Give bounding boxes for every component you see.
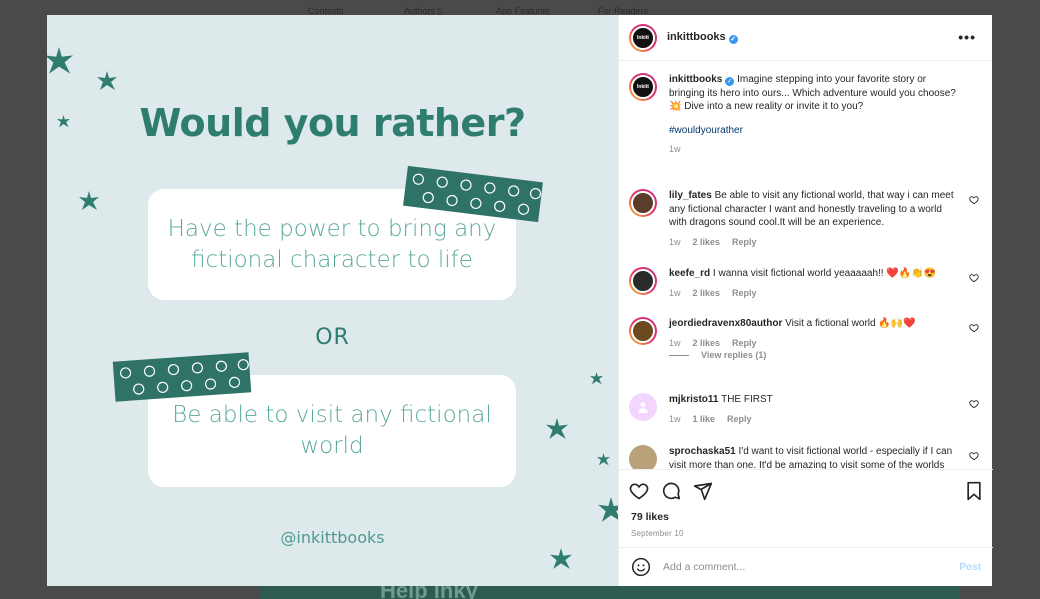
option-1-text: Have the power to bring any fictional ch… xyxy=(167,215,497,273)
likes-count[interactable]: 79 likes xyxy=(631,511,669,523)
hashtag-link[interactable]: #wouldyourather xyxy=(669,124,959,138)
star-decoration xyxy=(550,548,572,569)
comments-list[interactable]: Inkitt inkittbooks ✓ Imagine stepping int… xyxy=(619,61,993,469)
post-details-panel: Inkitt inkittbooks ✓ ••• Inkitt inkittboo… xyxy=(618,15,993,586)
comment-text: Be able to visit any fictional world, th… xyxy=(669,190,954,228)
comment-icon[interactable] xyxy=(661,481,681,501)
more-icon[interactable]: ••• xyxy=(958,29,976,45)
comment-text: Visit a fictional world 🔥🙌❤️ xyxy=(785,318,916,329)
comment-time: 1w xyxy=(669,337,681,348)
star-decoration xyxy=(590,372,603,385)
comment-time: 1w xyxy=(669,413,681,424)
comment-text: THE FIRST xyxy=(721,394,773,405)
comment-item: sprochaska51 I'd want to visit fictional… xyxy=(629,445,979,469)
comment-username[interactable]: sprochaska51 xyxy=(669,446,736,457)
comment-item: keefe_rd I wanna visit fictional world y… xyxy=(629,267,979,300)
post-header: Inkitt inkittbooks ✓ ••• xyxy=(619,15,992,61)
emoji-icon[interactable] xyxy=(631,557,651,577)
comment-time: 1w xyxy=(669,287,681,298)
comment-username[interactable]: keefe_rd xyxy=(669,268,710,279)
header-username[interactable]: inkittbooks ✓ xyxy=(667,31,738,44)
reply-button[interactable]: Reply xyxy=(732,337,757,351)
comment-time: 1w xyxy=(669,236,681,247)
comment-username[interactable]: jeordiedravenx80author xyxy=(669,318,782,329)
or-text: OR xyxy=(315,325,350,350)
avatar[interactable] xyxy=(629,189,657,217)
bookmark-icon[interactable] xyxy=(965,481,983,501)
star-decoration xyxy=(47,47,73,74)
verified-icon: ✓ xyxy=(725,77,735,86)
share-icon[interactable] xyxy=(693,481,713,501)
background-banner: Help Inky xyxy=(260,578,960,599)
avatar[interactable]: Inkitt xyxy=(629,73,657,101)
comment-likes[interactable]: 2 likes xyxy=(693,337,721,351)
comment-likes[interactable]: 2 likes xyxy=(693,287,721,301)
heart-icon[interactable] xyxy=(969,451,979,461)
view-replies-button[interactable]: View replies (1) xyxy=(669,350,766,360)
post-date: September 10 xyxy=(631,529,684,538)
heart-icon[interactable] xyxy=(969,195,979,205)
reply-button[interactable]: Reply xyxy=(732,287,757,301)
post-modal: Would you rather? Have the power to brin… xyxy=(47,15,993,586)
caption: Inkitt inkittbooks ✓ Imagine stepping int… xyxy=(629,73,979,157)
heart-icon[interactable] xyxy=(629,481,649,501)
default-avatar-icon xyxy=(638,402,648,413)
star-decoration xyxy=(79,191,99,210)
comment-text: I wanna visit fictional world yeaaaaah!!… xyxy=(712,268,937,279)
comment-input[interactable] xyxy=(663,561,960,573)
post-handle: @inkittbooks xyxy=(280,528,385,547)
avatar[interactable] xyxy=(629,267,657,295)
comment-likes[interactable]: 1 like xyxy=(693,413,716,427)
comment-item: jeordiedravenx80author Visit a fictional… xyxy=(629,317,979,350)
option-2-text: Be able to visit any fictional world xyxy=(172,402,492,459)
reply-button[interactable]: Reply xyxy=(732,236,757,250)
avatar[interactable] xyxy=(629,317,657,345)
post-actions: 79 likes September 10 xyxy=(619,469,993,547)
comment-username[interactable]: mjkristo11 xyxy=(669,394,718,405)
avatar[interactable] xyxy=(629,445,657,469)
comment-item: lily_fates Be able to visit any fictiona… xyxy=(629,189,979,249)
avatar[interactable]: Inkitt xyxy=(629,23,657,52)
heart-icon[interactable] xyxy=(969,399,979,409)
star-decoration xyxy=(97,71,117,90)
post-image: Would you rather? Have the power to brin… xyxy=(47,15,618,586)
verified-icon: ✓ xyxy=(728,35,738,44)
comment-username[interactable]: lily_fates xyxy=(669,190,712,201)
heart-icon[interactable] xyxy=(969,323,979,333)
caption-username[interactable]: inkittbooks xyxy=(669,74,722,85)
star-decoration xyxy=(598,497,618,522)
caption-time: 1w xyxy=(669,144,681,154)
star-decoration xyxy=(597,453,610,466)
reply-button[interactable]: Reply xyxy=(727,413,752,427)
star-decoration xyxy=(546,418,568,439)
comment-item: mjkristo11 THE FIRST 1w 1 like Reply xyxy=(629,393,979,426)
comment-likes[interactable]: 2 likes xyxy=(693,236,721,250)
post-comment-button[interactable]: Post xyxy=(959,562,981,573)
heart-icon[interactable] xyxy=(969,273,979,283)
post-title: Would you rather? xyxy=(139,101,527,145)
add-comment-bar: Post xyxy=(619,547,993,586)
avatar[interactable] xyxy=(629,393,657,421)
